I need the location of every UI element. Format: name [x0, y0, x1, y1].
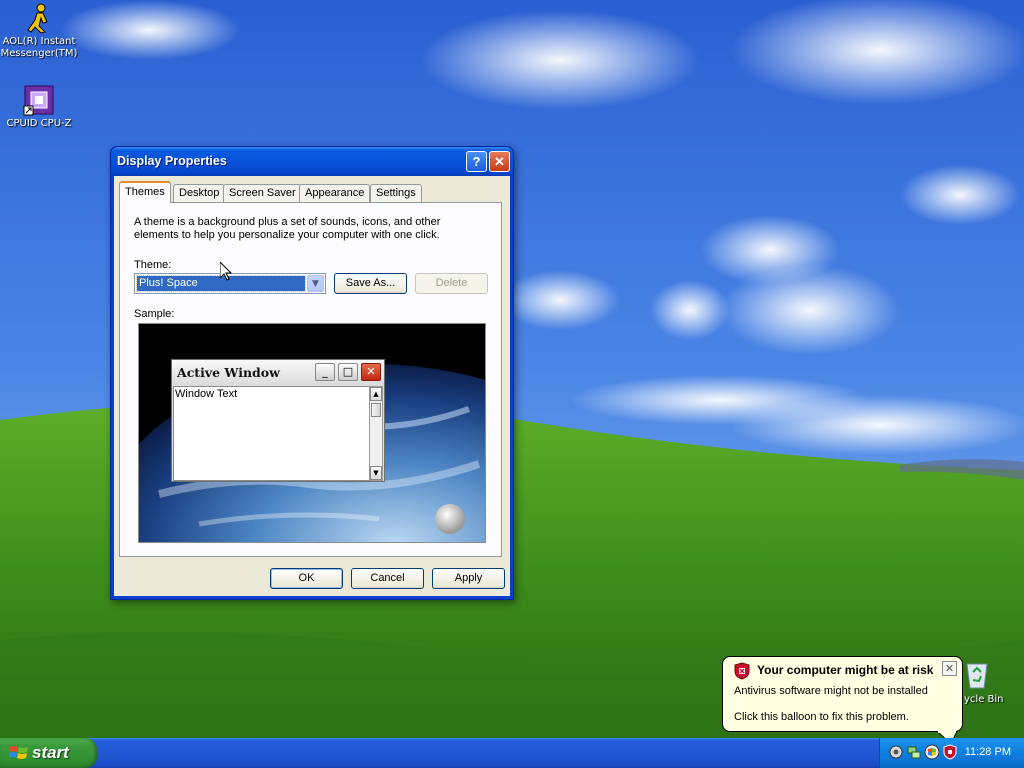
tray-security-center-icon[interactable]: [924, 744, 940, 760]
desktop-icon-aim[interactable]: AOL(R) Instant Messenger(TM): [0, 2, 78, 60]
start-button[interactable]: start: [0, 738, 97, 768]
aim-icon: [23, 2, 55, 34]
balloon-action-text[interactable]: Click this balloon to fix this problem.: [734, 711, 909, 723]
apply-button[interactable]: Apply: [432, 568, 505, 589]
preview-window-text: Window Text: [173, 386, 370, 481]
cpu-z-icon: [23, 84, 55, 116]
display-properties-window: Display Properties ? ✕ Themes Desktop Sc…: [110, 146, 514, 600]
window-body: Themes Desktop Screen Saver Appearance S…: [114, 176, 510, 596]
start-label: start: [32, 743, 69, 762]
tab-appearance[interactable]: Appearance: [299, 184, 371, 202]
theme-label: Theme:: [134, 259, 172, 271]
tab-settings[interactable]: Settings: [370, 184, 422, 202]
scroll-up-icon: ▲: [370, 387, 382, 401]
themes-panel: A theme is a background plus a set of so…: [119, 202, 502, 557]
tray-network-icon[interactable]: [906, 744, 922, 760]
save-as-button[interactable]: Save As...: [334, 273, 407, 294]
preview-minimize-icon: _: [315, 363, 335, 381]
delete-button[interactable]: Delete: [415, 273, 488, 294]
security-balloon[interactable]: Your computer might be at risk ✕ Antivir…: [722, 656, 963, 745]
tray-speaker-icon[interactable]: [888, 744, 904, 760]
preview-maximize-icon: □: [338, 363, 358, 381]
close-button[interactable]: ✕: [489, 151, 510, 172]
tab-screen-saver[interactable]: Screen Saver: [223, 184, 302, 202]
mouse-cursor-icon: [220, 262, 232, 281]
shield-warning-icon: [734, 662, 750, 680]
preview-title: Active Window: [177, 365, 280, 380]
taskbar: start 11:28 PM: [0, 738, 1024, 768]
preview-active-window: Active Window _ □ ✕ Window Text ▲ ▼: [171, 359, 385, 482]
window-title: Display Properties: [117, 154, 227, 168]
desktop-icon-cpu-z[interactable]: CPUID CPU-Z: [0, 84, 78, 130]
preview-close-icon: ✕: [361, 363, 381, 381]
scroll-thumb: [371, 403, 381, 417]
recycle-bin-icon[interactable]: [964, 658, 990, 690]
system-tray: 11:28 PM: [879, 738, 1024, 768]
clock[interactable]: 11:28 PM: [965, 746, 1011, 758]
window-titlebar[interactable]: Display Properties ? ✕: [111, 147, 513, 176]
balloon-close-button[interactable]: ✕: [942, 661, 957, 676]
desktop-icon-label: CPUID CPU-Z: [6, 118, 72, 129]
cancel-button[interactable]: Cancel: [351, 568, 424, 589]
sample-label: Sample:: [134, 308, 175, 320]
recycle-bin-label: ycle Bin: [964, 694, 1004, 705]
theme-description: A theme is a background plus a set of so…: [134, 216, 441, 241]
scroll-down-icon: ▼: [370, 466, 382, 480]
desktop-icon-label: AOL(R) Instant Messenger(TM): [0, 36, 78, 59]
windows-logo-icon: [9, 746, 28, 759]
help-button[interactable]: ?: [466, 151, 487, 172]
tab-themes[interactable]: Themes: [119, 181, 171, 203]
chevron-down-icon[interactable]: ▼: [307, 275, 324, 292]
ok-button[interactable]: OK: [270, 568, 343, 589]
balloon-message: Antivirus software might not be installe…: [734, 685, 928, 697]
balloon-title: Your computer might be at risk: [757, 663, 934, 677]
tray-shield-alert-icon[interactable]: [942, 744, 958, 760]
preview-titlebar: Active Window _ □ ✕: [172, 360, 384, 384]
tab-desktop[interactable]: Desktop: [173, 184, 226, 202]
preview-scrollbar: ▲ ▼: [369, 386, 383, 481]
theme-preview: Active Window _ □ ✕ Window Text ▲ ▼: [138, 323, 486, 543]
